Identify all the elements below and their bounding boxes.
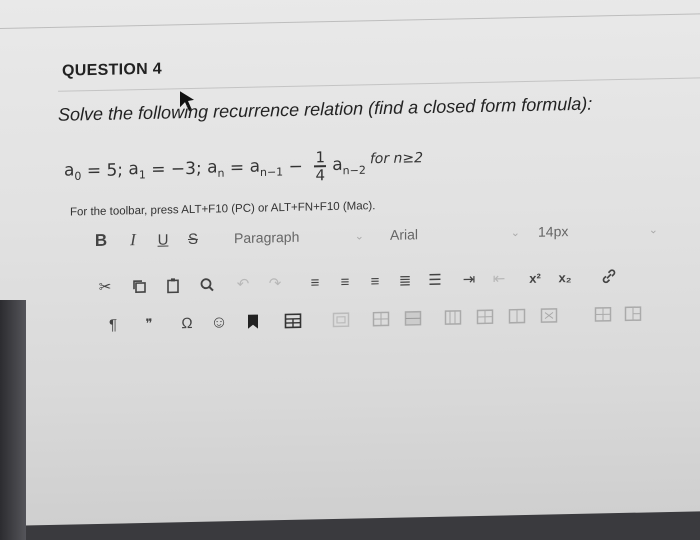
desk-edge: [0, 300, 26, 540]
term-a1: a1: [128, 159, 145, 182]
chevron-down-icon: ⌄: [511, 226, 520, 239]
align-center-icon[interactable]: ≡: [332, 269, 358, 296]
table-split-icon[interactable]: [536, 302, 562, 329]
toolbar-row-3: ¶ ❞ Ω ☺: [60, 298, 646, 340]
chevron-down-icon: ⌄: [649, 223, 658, 236]
block-format-select[interactable]: Paragraph ⌄: [230, 222, 368, 251]
blockquote-button[interactable]: ❞: [136, 311, 162, 338]
find-icon[interactable]: [194, 271, 220, 298]
superscript-button[interactable]: x²: [522, 265, 548, 292]
cut-icon[interactable]: ✂: [92, 274, 118, 301]
redo-icon[interactable]: ↷: [262, 270, 288, 297]
toolbar-row-1: B I U S Paragraph ⌄ Arial ⌄ 14px ⌄: [60, 214, 662, 257]
toolbar-hint: For the toolbar, press ALT+F10 (PC) or A…: [70, 200, 375, 218]
value-a0: = 5;: [81, 160, 128, 181]
minus: −: [283, 157, 308, 178]
align-justify-icon[interactable]: ≣: [392, 267, 418, 294]
condition: for n≥2: [370, 150, 423, 167]
subscript-button[interactable]: x₂: [552, 264, 578, 291]
emoji-button[interactable]: ☺: [206, 309, 232, 336]
image-icon[interactable]: [328, 307, 354, 334]
block-format-value: Paragraph: [234, 229, 299, 246]
chevron-down-icon: ⌄: [355, 229, 364, 242]
font-family-select[interactable]: Arial ⌄: [386, 219, 524, 248]
term-an-2: an−2: [332, 154, 366, 177]
copy-icon[interactable]: [126, 273, 152, 300]
underline-button[interactable]: U: [150, 226, 176, 253]
table-cell-props-icon[interactable]: [620, 300, 646, 327]
table-delete-row-icon[interactable]: [400, 305, 426, 332]
paragraph-mark-button[interactable]: ¶: [100, 311, 126, 338]
recurrence-formula: a0 = 5; a1 = −3; an = an−1 − 1 4 an−2 fo…: [64, 141, 423, 195]
font-family-value: Arial: [390, 226, 418, 243]
font-size-value: 14px: [538, 223, 568, 240]
editor-toolbar: B I U S Paragraph ⌄ Arial ⌄ 14px ⌄ ✂: [60, 209, 700, 352]
link-icon[interactable]: [596, 263, 622, 290]
table-icon[interactable]: [280, 308, 306, 335]
screen: QUESTION 4 Solve the following recurrenc…: [0, 0, 700, 526]
divider: [58, 77, 700, 91]
term-an: an: [207, 157, 224, 180]
divider: [0, 13, 700, 29]
term-an-1: an−1: [250, 156, 284, 179]
align-left-icon[interactable]: ≡: [302, 269, 328, 296]
italic-button[interactable]: I: [120, 227, 146, 254]
question-title: QUESTION 4: [62, 61, 162, 81]
table-insert-row-icon[interactable]: [368, 306, 394, 333]
bold-button[interactable]: B: [88, 228, 114, 255]
strikethrough-button[interactable]: S: [180, 226, 206, 253]
term-a0: a0: [64, 160, 81, 183]
table-props-icon[interactable]: [590, 301, 616, 328]
special-character-button[interactable]: Ω: [174, 310, 200, 337]
equals: =: [225, 158, 250, 179]
align-right-icon[interactable]: ≡: [362, 268, 388, 295]
toolbar-row-2: ✂ ↶ ↷ ≡ ≡ ≡ ≣ ☰ ⇥ ⇤ x² x₂: [60, 261, 622, 303]
question-prompt: Solve the following recurrence relation …: [58, 94, 592, 126]
value-a1: = −3;: [146, 159, 207, 180]
paste-icon[interactable]: [160, 272, 186, 299]
list-icon[interactable]: ☰: [422, 267, 448, 294]
indent-icon[interactable]: ⇥: [456, 266, 482, 293]
font-size-select[interactable]: 14px ⌄: [534, 216, 662, 245]
table-insert-col-icon[interactable]: [440, 304, 466, 331]
table-merge-icon[interactable]: [504, 303, 530, 330]
undo-icon[interactable]: ↶: [230, 271, 256, 298]
bookmark-icon[interactable]: [240, 308, 266, 335]
outdent-icon[interactable]: ⇤: [486, 265, 512, 292]
fraction: 1 4: [314, 149, 326, 183]
table-delete-col-icon[interactable]: [472, 304, 498, 331]
